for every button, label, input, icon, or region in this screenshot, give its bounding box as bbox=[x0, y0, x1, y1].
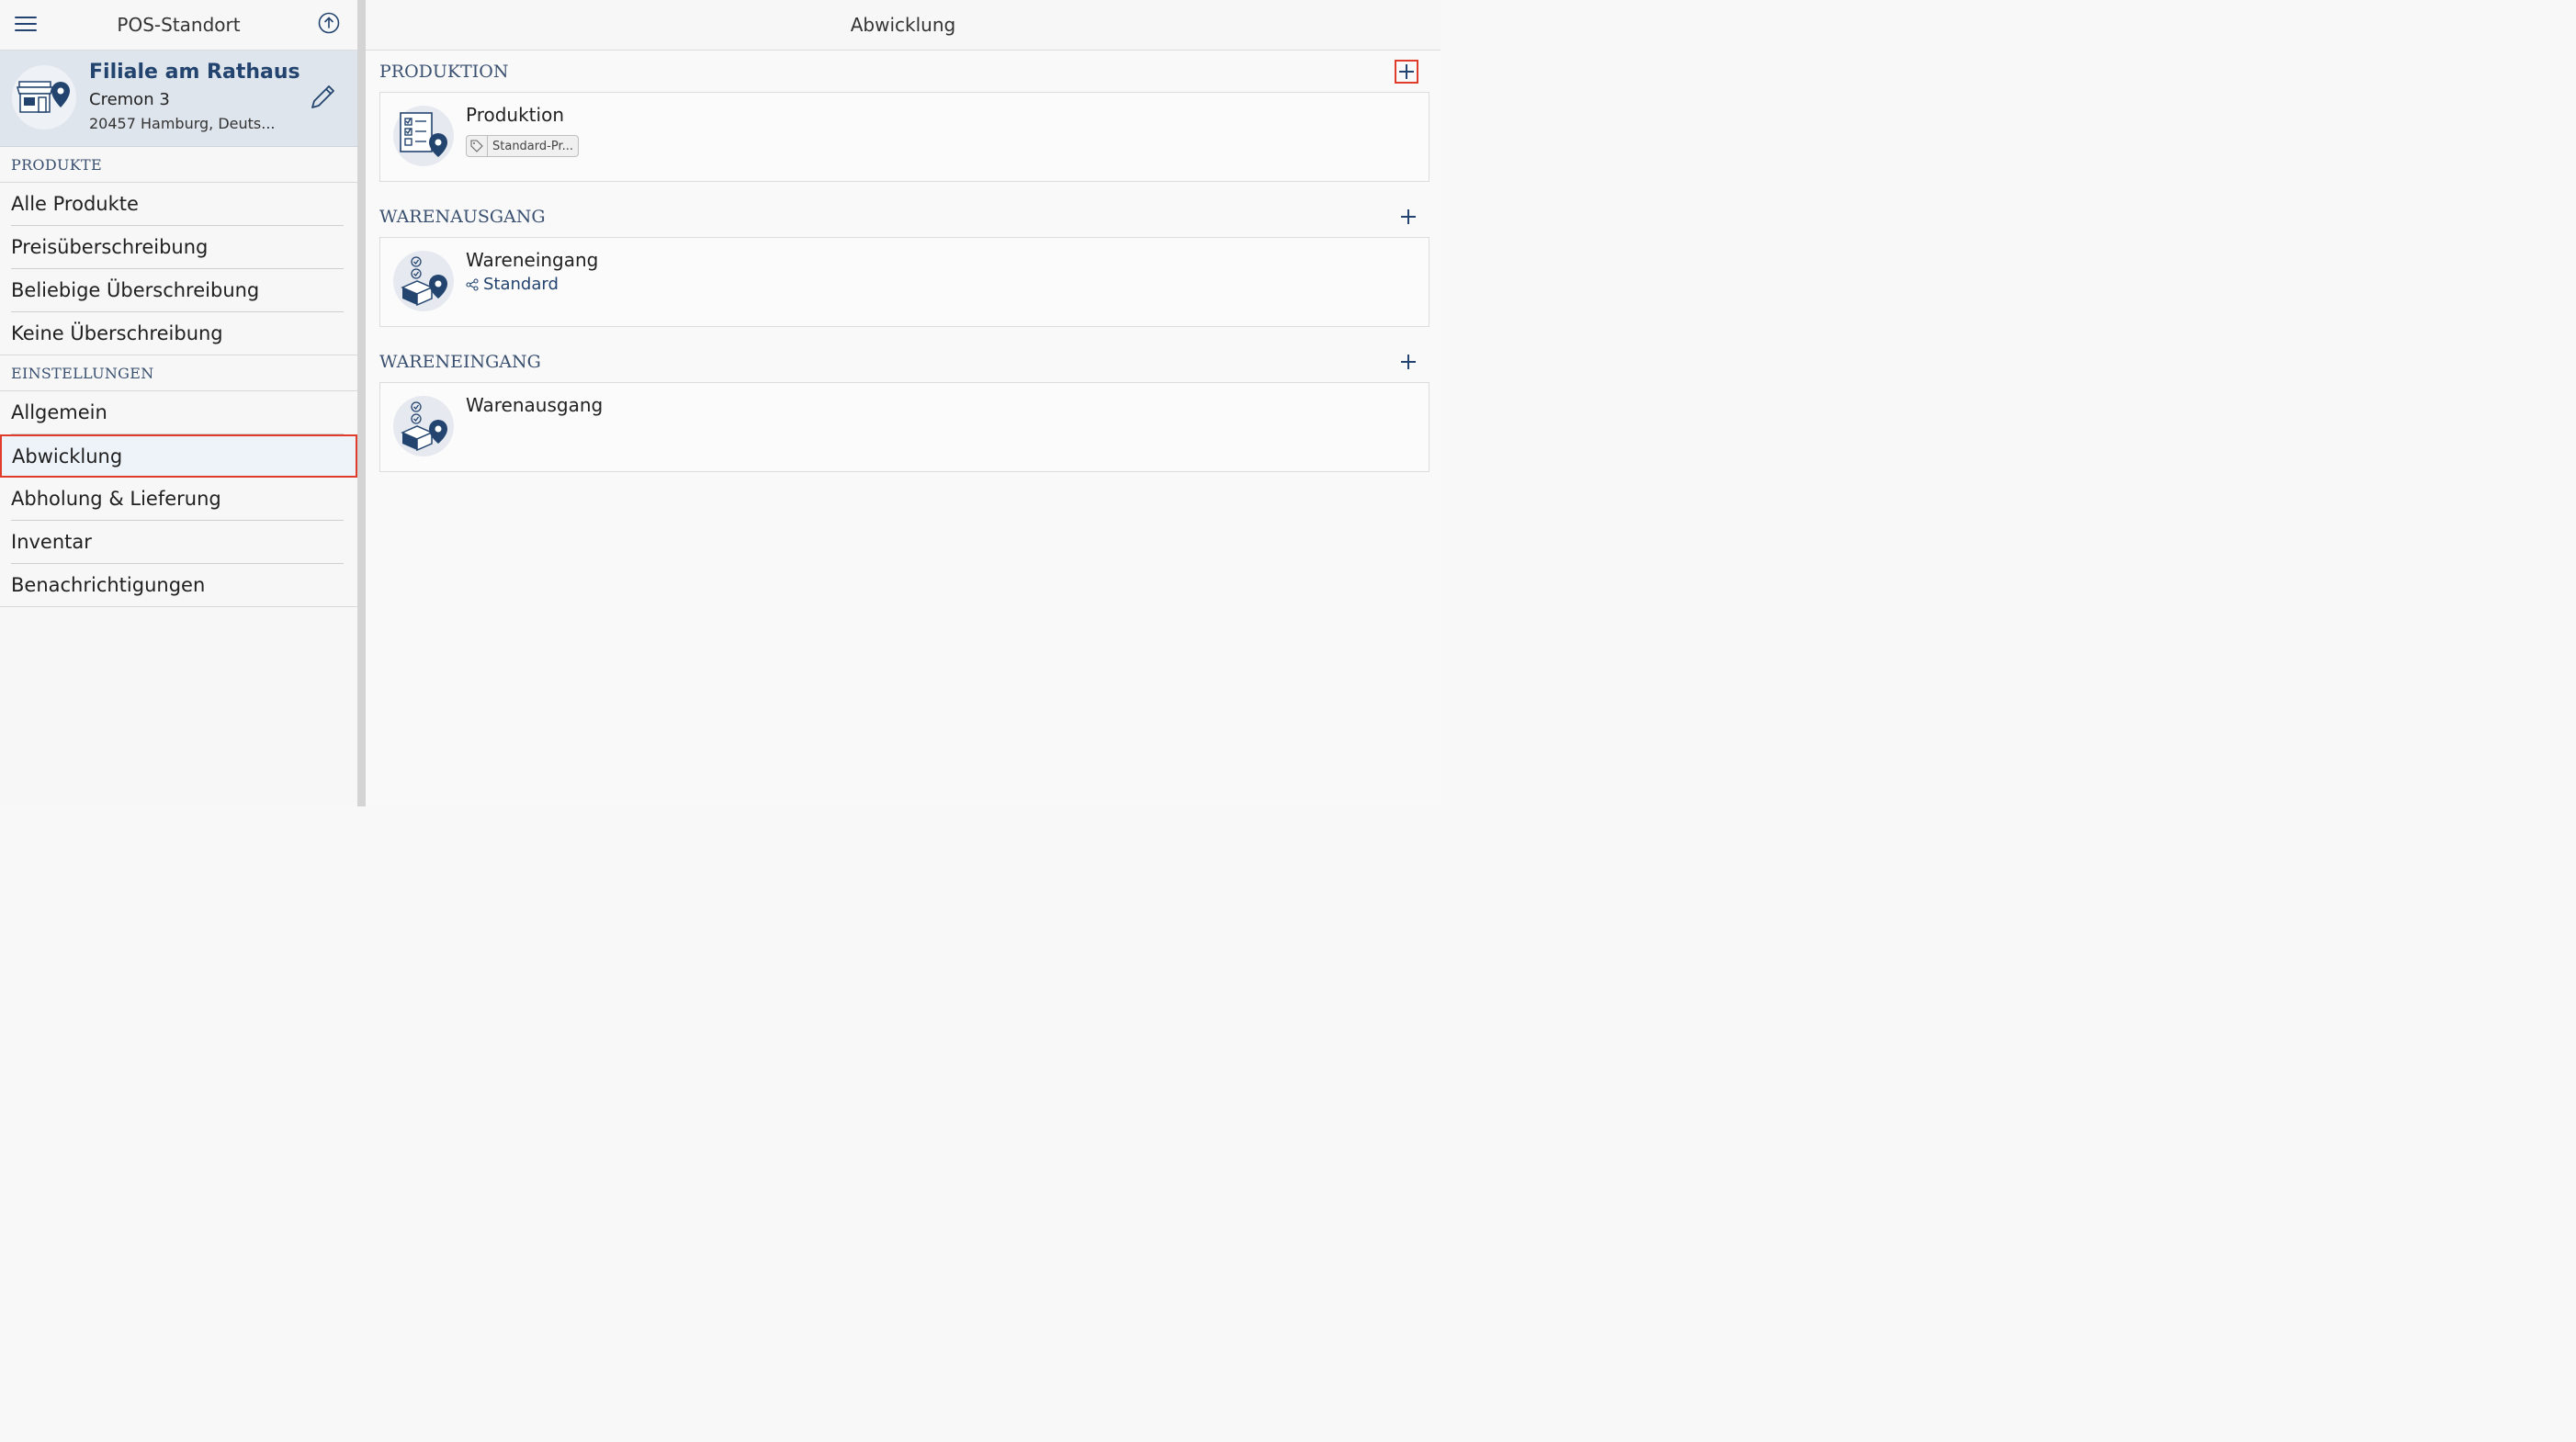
location-name: Filiale am Rathaus bbox=[89, 61, 300, 84]
group-title: WARENEINGANG bbox=[379, 351, 541, 372]
nav-item-allgemein[interactable]: Allgemein bbox=[11, 391, 344, 434]
box-location-icon bbox=[393, 396, 454, 456]
nav-item-keine-ueberschreibung[interactable]: Keine Überschreibung bbox=[0, 312, 357, 355]
location-street: Cremon 3 bbox=[89, 90, 170, 109]
group-header-wareneingang: WARENEINGANG bbox=[366, 341, 1441, 382]
tag-icon bbox=[467, 136, 488, 156]
nav-item-preisueberschreibung[interactable]: Preisüberschreibung bbox=[11, 226, 344, 269]
box-location-icon bbox=[393, 251, 454, 311]
card-title: Warenausgang bbox=[466, 394, 604, 416]
hamburger-menu-icon[interactable] bbox=[13, 11, 39, 37]
page-title: Abwicklung bbox=[850, 14, 956, 36]
nav-item-abholung-lieferung[interactable]: Abholung & Lieferung bbox=[11, 478, 344, 521]
card-subtitle: Standard bbox=[466, 275, 559, 294]
add-produktion-button[interactable] bbox=[1395, 60, 1418, 84]
group-title: WARENAUSGANG bbox=[379, 206, 546, 227]
card-title: Produktion bbox=[466, 104, 564, 126]
section-header-produkte: PRODUKTE bbox=[0, 147, 357, 183]
plus-icon bbox=[1401, 209, 1416, 224]
process-card-produktion[interactable]: Produktion Standard-Pr... bbox=[379, 92, 1429, 182]
sidebar-header: POS-Standort bbox=[0, 0, 357, 51]
card-title: Wareneingang bbox=[466, 249, 599, 271]
plus-icon bbox=[1401, 355, 1416, 369]
process-card-warenausgang[interactable]: Warenausgang bbox=[379, 382, 1429, 472]
share-icon bbox=[466, 277, 479, 291]
main-pane: Abwicklung PRODUKTION Produktion Standar… bbox=[366, 0, 1441, 806]
location-card[interactable]: Filiale am Rathaus Cremon 3 20457 Hambur… bbox=[0, 51, 357, 147]
group-title: PRODUKTION bbox=[379, 61, 509, 82]
card-subtitle-label: Standard bbox=[483, 275, 559, 294]
store-location-icon bbox=[12, 65, 76, 130]
pane-divider[interactable] bbox=[357, 0, 366, 806]
sidebar: POS-Standort Filiale am Rathaus Cremon 3… bbox=[0, 0, 357, 806]
edit-pencil-icon[interactable] bbox=[307, 82, 338, 113]
process-card-wareneingang[interactable]: Wareneingang Standard bbox=[379, 237, 1429, 327]
nav-item-alle-produkte[interactable]: Alle Produkte bbox=[11, 183, 344, 226]
tag-label: Standard-Pr... bbox=[492, 139, 573, 153]
nav-item-benachrichtigungen[interactable]: Benachrichtigungen bbox=[0, 564, 357, 607]
nav-item-abwicklung[interactable]: Abwicklung bbox=[0, 434, 357, 478]
nav-item-inventar[interactable]: Inventar bbox=[11, 521, 344, 564]
tag-badge: Standard-Pr... bbox=[466, 135, 579, 157]
section-header-einstellungen: EINSTELLUNGEN bbox=[0, 355, 357, 391]
main-header: Abwicklung bbox=[366, 0, 1441, 51]
group-header-warenausgang: WARENAUSGANG bbox=[366, 196, 1441, 237]
sidebar-title: POS-Standort bbox=[117, 14, 241, 36]
nav-item-beliebige-ueberschreibung[interactable]: Beliebige Überschreibung bbox=[11, 269, 344, 312]
add-warenausgang-button[interactable] bbox=[1395, 203, 1422, 231]
plus-icon bbox=[1399, 64, 1414, 79]
group-header-produktion: PRODUKTION bbox=[366, 51, 1441, 92]
add-wareneingang-button[interactable] bbox=[1395, 348, 1422, 376]
upload-icon[interactable] bbox=[317, 11, 341, 35]
location-city: 20457 Hamburg, Deuts... bbox=[89, 115, 276, 132]
checklist-location-icon bbox=[393, 106, 454, 166]
